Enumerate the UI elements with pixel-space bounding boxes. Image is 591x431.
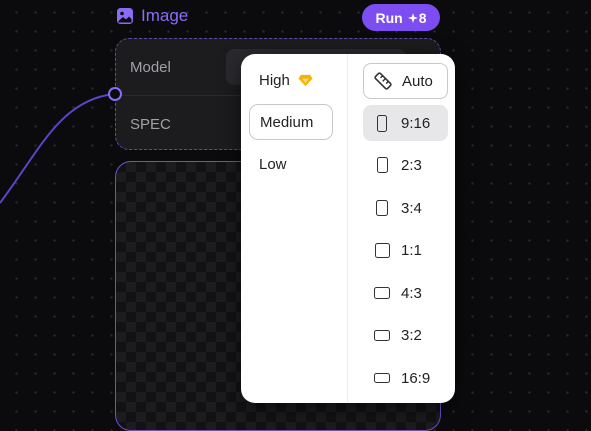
spec-dropdown: High Medium Low Auto 9:16 2:3 3:4 1:1 4:… — [241, 54, 455, 403]
quality-option-medium[interactable]: Medium — [249, 104, 333, 140]
ratio-option-3-2[interactable]: 3:2 — [363, 317, 448, 353]
ratio-option-2-3[interactable]: 2:3 — [363, 147, 448, 183]
ratio-option-16-9[interactable]: 16:9 — [363, 360, 448, 396]
quality-label: High — [259, 71, 290, 89]
ratio-option-1-1[interactable]: 1:1 — [363, 232, 448, 268]
run-cost-value: 8 — [418, 9, 427, 26]
input-port[interactable] — [108, 87, 122, 101]
node-header: Image — [116, 6, 188, 26]
ratio-label: 3:4 — [401, 199, 422, 217]
portrait-ratio-icon — [376, 157, 388, 173]
ratio-label: 9:16 — [401, 114, 431, 132]
run-cost: 8 — [407, 9, 427, 26]
portrait-ratio-icon — [376, 200, 388, 216]
run-label: Run — [375, 9, 403, 26]
landscape-ratio-icon — [374, 329, 390, 341]
image-icon — [117, 8, 133, 24]
ratio-option-4-3[interactable]: 4:3 — [363, 275, 448, 311]
ratio-label: 1:1 — [401, 241, 422, 259]
ratio-label: 16:9 — [401, 369, 431, 387]
ratio-label: 3:2 — [401, 326, 422, 344]
ratio-option-9-16[interactable]: 9:16 — [363, 105, 448, 141]
ratio-label: 2:3 — [401, 156, 422, 174]
ratio-option-3-4[interactable]: 3:4 — [363, 190, 448, 226]
quality-label: Low — [259, 155, 287, 173]
node-title: Image — [141, 6, 189, 25]
ratio-option-auto[interactable]: Auto — [363, 63, 448, 99]
ruler-icon — [374, 72, 392, 90]
column-divider — [347, 54, 348, 403]
ratio-label: 4:3 — [401, 284, 422, 302]
portrait-ratio-icon — [377, 114, 387, 132]
landscape-ratio-icon — [374, 373, 390, 383]
spec-label: SPEC — [130, 116, 171, 133]
quality-label: Medium — [260, 113, 314, 131]
quality-option-high[interactable]: High — [249, 62, 333, 98]
ratio-label: Auto — [402, 72, 433, 90]
sparkle-icon — [407, 12, 418, 23]
model-label: Model — [130, 59, 171, 76]
gem-icon — [298, 74, 313, 86]
landscape-ratio-icon — [374, 287, 390, 299]
quality-option-low[interactable]: Low — [249, 146, 333, 182]
run-button[interactable]: Run 8 — [362, 4, 440, 31]
square-ratio-icon — [374, 242, 390, 258]
